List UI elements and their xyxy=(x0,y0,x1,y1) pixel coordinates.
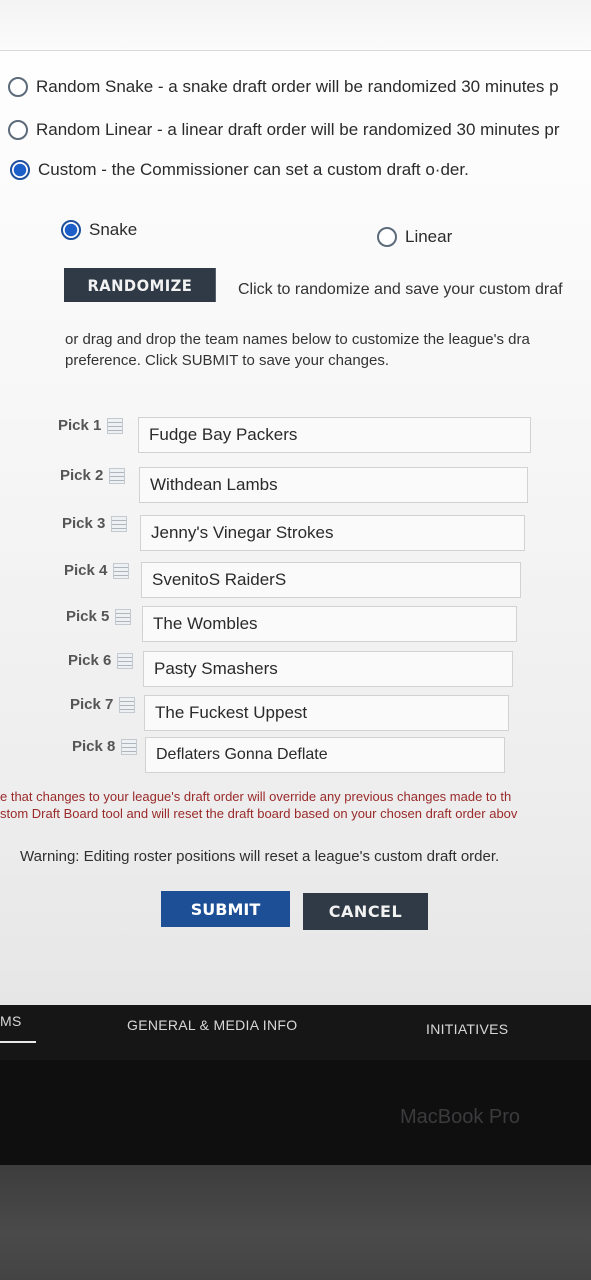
draft-team-slot[interactable]: Pasty Smashers xyxy=(143,651,513,687)
pick-label: Pick 3 xyxy=(62,515,128,532)
radio-selected-icon[interactable] xyxy=(61,220,81,240)
radio-random-snake[interactable]: Random Snake - a snake draft order will … xyxy=(8,77,559,97)
radio-circle-icon[interactable] xyxy=(8,77,28,97)
laptop-body xyxy=(0,1165,591,1280)
radio-snake-label: Snake xyxy=(89,220,138,239)
randomize-hint: Click to randomize and save your custom … xyxy=(238,281,563,298)
pick-number: Pick 1 xyxy=(58,417,102,434)
pick-number: Pick 6 xyxy=(68,652,112,669)
pick-number: Pick 8 xyxy=(72,738,116,755)
nav-item-initiatives[interactable]: INITIATIVES xyxy=(426,1021,508,1037)
cancel-button[interactable]: CANCEL xyxy=(303,893,428,930)
draft-team-slot[interactable]: SvenitoS RaiderS xyxy=(141,562,521,598)
drag-handle-icon[interactable] xyxy=(117,652,134,669)
radio-custom[interactable]: Custom - the Commissioner can set a cust… xyxy=(10,160,469,180)
draft-team-slot[interactable]: Fudge Bay Packers xyxy=(138,417,531,453)
drag-handle-icon[interactable] xyxy=(109,467,126,484)
nav-active-indicator xyxy=(0,1041,36,1043)
radio-circle-icon[interactable] xyxy=(377,227,397,247)
randomize-button[interactable]: RANDOMIZE xyxy=(64,268,216,302)
nav-item-partial[interactable]: MS xyxy=(0,1013,22,1029)
device-label: MacBook Pro xyxy=(400,1106,521,1128)
footer-nav: MS GENERAL & MEDIA INFO INITIATIVES xyxy=(0,1005,591,1065)
pick-label: Pick 5 xyxy=(66,608,132,625)
drag-handle-icon[interactable] xyxy=(115,608,132,625)
radio-random-linear[interactable]: Random Linear - a linear draft order wil… xyxy=(8,120,559,140)
drag-handle-icon[interactable] xyxy=(119,696,136,713)
drag-handle-icon[interactable] xyxy=(113,562,130,579)
pick-number: Pick 5 xyxy=(66,608,110,625)
divider xyxy=(0,50,591,51)
pick-number: Pick 4 xyxy=(64,562,108,579)
pick-label: Pick 8 xyxy=(72,738,138,755)
submit-button[interactable]: SUBMIT xyxy=(161,891,290,927)
draft-team-slot[interactable]: Jenny's Vinegar Strokes xyxy=(140,515,525,551)
pick-label: Pick 7 xyxy=(70,696,136,713)
nav-item-general-media-info[interactable]: GENERAL & MEDIA INFO xyxy=(127,1017,297,1033)
radio-random-linear-label: Random Linear - a linear draft order wil… xyxy=(36,120,560,139)
draft-team-slot[interactable]: Withdean Lambs xyxy=(139,467,528,503)
pick-label: Pick 2 xyxy=(60,467,126,484)
pick-number: Pick 3 xyxy=(62,515,106,532)
pick-number: Pick 2 xyxy=(60,467,104,484)
warning-text: Warning: Editing roster positions will r… xyxy=(20,848,500,865)
pick-label: Pick 6 xyxy=(68,652,134,669)
pick-label: Pick 1 xyxy=(58,417,124,434)
radio-linear[interactable]: Linear xyxy=(377,227,452,247)
pick-label: Pick 4 xyxy=(64,562,130,579)
radio-random-snake-label: Random Snake - a snake draft order will … xyxy=(36,77,559,96)
radio-linear-label: Linear xyxy=(405,227,453,246)
browser-screen: Random Snake - a snake draft order will … xyxy=(0,0,591,1010)
drag-handle-icon[interactable] xyxy=(107,417,124,434)
override-note-line-2: stom Draft Board tool and will reset the… xyxy=(0,806,518,821)
radio-selected-icon[interactable] xyxy=(10,160,30,180)
radio-circle-icon[interactable] xyxy=(8,120,28,140)
radio-snake[interactable]: Snake xyxy=(61,220,137,240)
pick-number: Pick 7 xyxy=(70,696,114,713)
override-note-line-1: e that changes to your league's draft or… xyxy=(0,789,512,804)
radio-custom-label: Custom - the Commissioner can set a cust… xyxy=(38,160,469,179)
instructions-line-1: or drag and drop the team names below to… xyxy=(65,331,530,348)
drag-handle-icon[interactable] xyxy=(121,738,138,755)
drag-handle-icon[interactable] xyxy=(111,515,128,532)
draft-team-slot[interactable]: The Fuckest Uppest xyxy=(144,695,509,731)
draft-team-slot[interactable]: Deflaters Gonna Deflate xyxy=(145,737,505,773)
browser-top-area xyxy=(0,0,591,50)
instructions-line-2: preference. Click SUBMIT to save your ch… xyxy=(65,352,390,369)
draft-team-slot[interactable]: The Wombles xyxy=(142,606,517,642)
